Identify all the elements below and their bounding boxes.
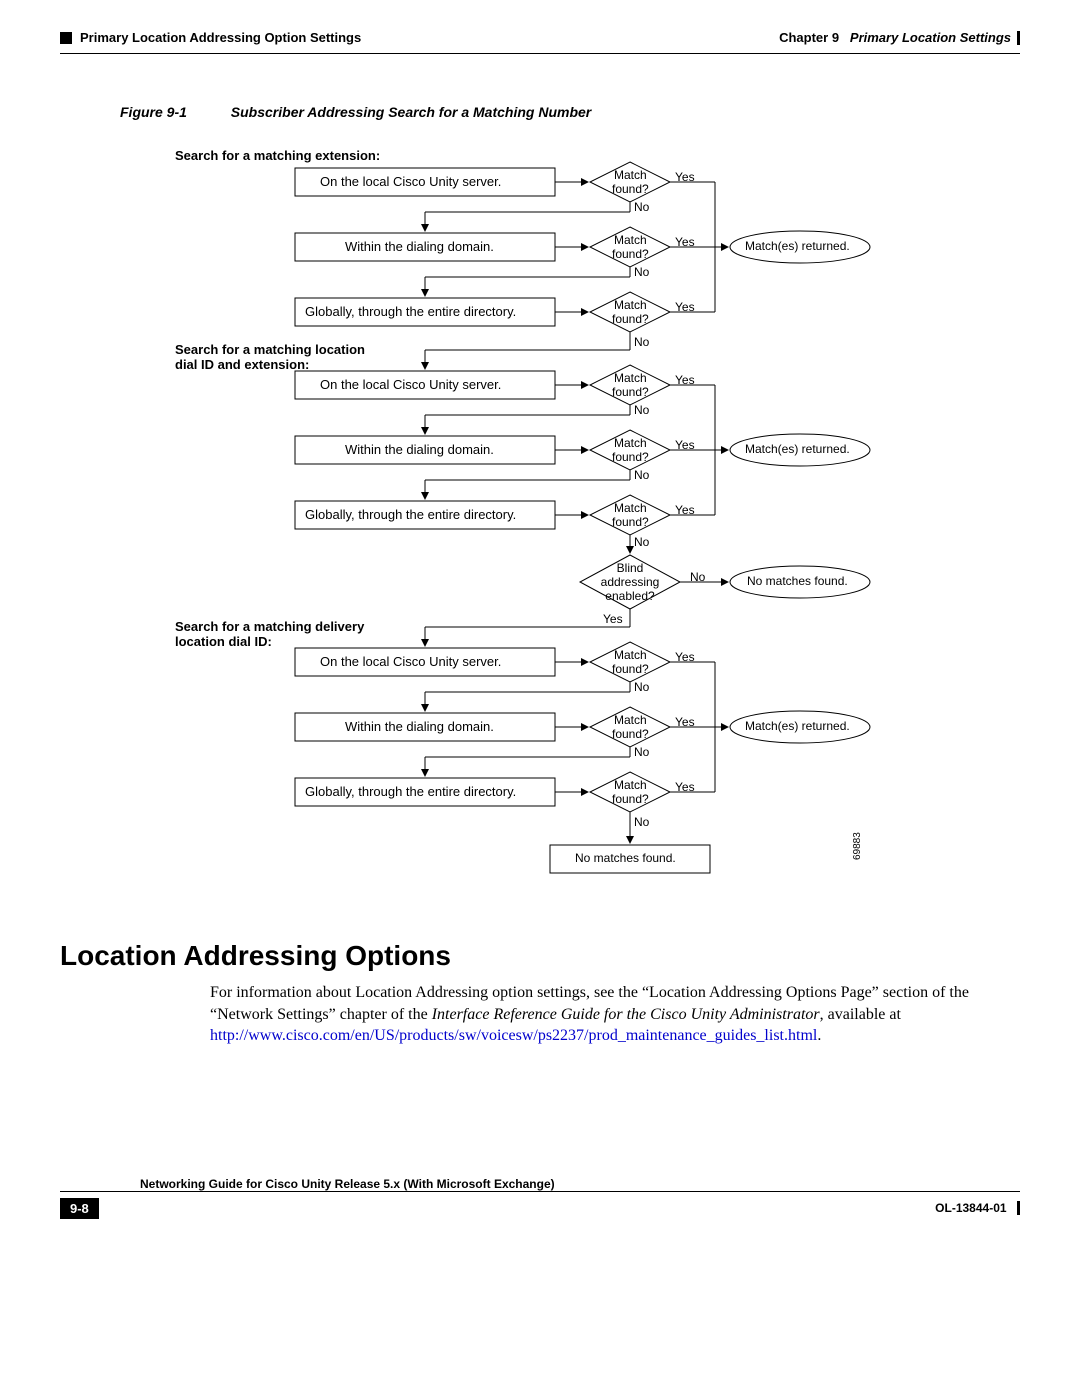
- flowchart-diagram: Search for a matching extension: Search …: [140, 150, 940, 900]
- figure-refnum: 69883: [852, 832, 863, 860]
- figure-title: Subscriber Addressing Search for a Match…: [231, 104, 591, 120]
- flow-no: No: [634, 745, 649, 759]
- flow-no: No: [634, 265, 649, 279]
- flow-no: No: [634, 680, 649, 694]
- flow-box: Globally, through the entire directory.: [305, 784, 516, 799]
- body-paragraph: For information about Location Addressin…: [210, 982, 1020, 1047]
- flow-yes: Yes: [675, 715, 695, 729]
- doc-number: OL-13844-01: [935, 1201, 1006, 1215]
- flow-box: On the local Cisco Unity server.: [320, 654, 501, 669]
- flow-decision: Matchfound?: [612, 713, 649, 741]
- flow-no: No: [634, 403, 649, 417]
- breadcrumb-section: Primary Location Addressing Option Setti…: [80, 30, 361, 45]
- body-text-italic: Interface Reference Guide for the Cisco …: [432, 1006, 820, 1023]
- flow-yes: Yes: [675, 780, 695, 794]
- flow-box: Globally, through the entire directory.: [305, 304, 516, 319]
- flow-decision: Matchfound?: [612, 501, 649, 529]
- flow-section2-title-l1: Search for a matching location: [175, 342, 365, 357]
- flow-section1-title: Search for a matching extension:: [175, 148, 380, 163]
- page-header: Primary Location Addressing Option Setti…: [60, 30, 1020, 45]
- flow-yes: Yes: [675, 300, 695, 314]
- flow-decision: Matchfound?: [612, 436, 649, 464]
- body-text: , available at: [820, 1006, 901, 1023]
- body-text: .: [817, 1027, 821, 1044]
- header-marker-icon: [60, 32, 72, 44]
- flow-decision-blind: Blindaddressingenabled?: [598, 561, 662, 603]
- flow-no: No: [634, 535, 649, 549]
- flow-result: Match(es) returned.: [745, 239, 850, 253]
- chapter-label: Chapter 9: [779, 30, 839, 45]
- header-tick-icon: [1017, 31, 1020, 45]
- flow-box: Within the dialing domain.: [345, 239, 494, 254]
- flow-section2-title-l2: dial ID and extension:: [175, 357, 309, 372]
- flow-result: No matches found.: [747, 574, 848, 588]
- flow-yes: Yes: [675, 373, 695, 387]
- page-footer: Networking Guide for Cisco Unity Release…: [60, 1177, 1020, 1219]
- flow-yes: Yes: [603, 612, 623, 626]
- figure-number: Figure 9-1: [120, 104, 187, 120]
- flow-decision: Matchfound?: [612, 778, 649, 806]
- doc-link[interactable]: http://www.cisco.com/en/US/products/sw/v…: [210, 1027, 817, 1044]
- flow-decision: Matchfound?: [612, 233, 649, 261]
- footer-guide-title: Networking Guide for Cisco Unity Release…: [60, 1177, 1020, 1191]
- flow-box: On the local Cisco Unity server.: [320, 377, 501, 392]
- flow-result: Match(es) returned.: [745, 719, 850, 733]
- figure-caption: Figure 9-1 Subscriber Addressing Search …: [120, 104, 1020, 120]
- footer-tick-icon: [1017, 1201, 1020, 1215]
- flow-box: Globally, through the entire directory.: [305, 507, 516, 522]
- flow-no: No: [690, 570, 705, 584]
- flow-yes: Yes: [675, 235, 695, 249]
- flow-result: Match(es) returned.: [745, 442, 850, 456]
- flow-yes: Yes: [675, 503, 695, 517]
- flow-box: Within the dialing domain.: [345, 442, 494, 457]
- section-heading: Location Addressing Options: [60, 940, 1020, 972]
- flow-no: No: [634, 200, 649, 214]
- flow-decision: Matchfound?: [612, 648, 649, 676]
- flow-decision: Matchfound?: [612, 168, 649, 196]
- flow-box: On the local Cisco Unity server.: [320, 174, 501, 189]
- flow-box: Within the dialing domain.: [345, 719, 494, 734]
- flow-decision: Matchfound?: [612, 371, 649, 399]
- flow-yes: Yes: [675, 170, 695, 184]
- flow-no: No: [634, 468, 649, 482]
- flow-no: No: [634, 815, 649, 829]
- flow-decision: Matchfound?: [612, 298, 649, 326]
- flow-section3-title-l1: Search for a matching delivery: [175, 619, 364, 634]
- flow-yes: Yes: [675, 650, 695, 664]
- page-number: 9-8: [60, 1198, 99, 1219]
- chapter-title: Primary Location Settings: [850, 30, 1011, 45]
- flow-section3-title-l2: location dial ID:: [175, 634, 272, 649]
- flow-yes: Yes: [675, 438, 695, 452]
- flow-result: No matches found.: [575, 851, 676, 865]
- flow-no: No: [634, 335, 649, 349]
